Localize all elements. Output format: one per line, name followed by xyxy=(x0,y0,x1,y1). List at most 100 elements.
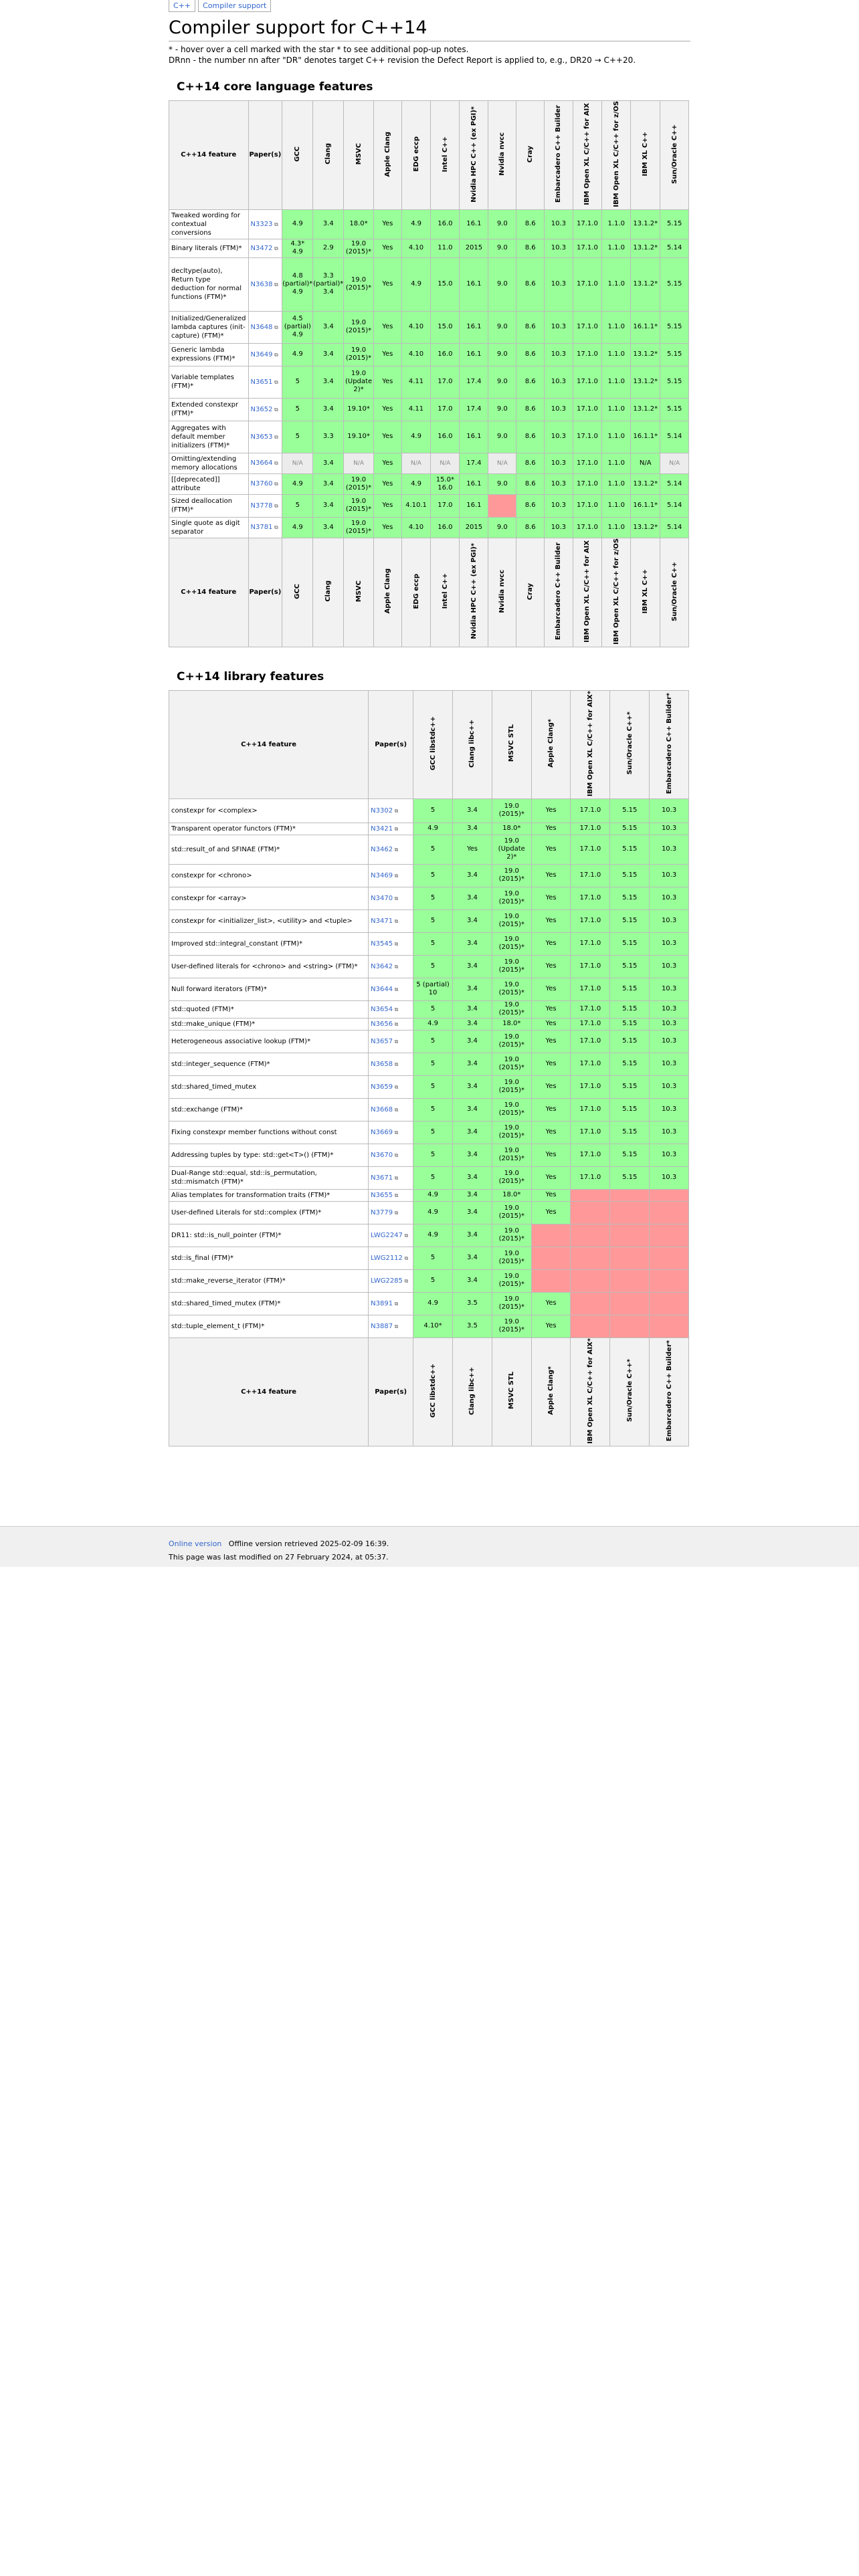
lib-paper-id[interactable]: N3779 xyxy=(371,1209,393,1216)
lib-support-cell: 5 xyxy=(413,1166,453,1190)
core-column-label: Apple Clang xyxy=(383,568,391,614)
core-paper-link[interactable]: N3472 ⧉ xyxy=(248,238,283,258)
core-paper-link[interactable]: N3781 ⧉ xyxy=(248,516,283,538)
lib-paper-link[interactable]: N3657 ⧉ xyxy=(368,1029,414,1053)
lib-paper-link[interactable]: N3656 ⧉ xyxy=(368,1017,414,1031)
lib-paper-link[interactable]: N3670 ⧉ xyxy=(368,1143,414,1167)
lib-paper-id[interactable]: N3670 xyxy=(371,1152,393,1159)
lib-paper-id[interactable]: N3659 xyxy=(371,1083,393,1091)
core-paper-link[interactable]: N3638 ⧉ xyxy=(248,257,283,312)
core-support-cell: 8.6 xyxy=(516,365,545,399)
core-paper-id[interactable]: N3651 xyxy=(251,379,273,386)
core-support-cell: 17.0 xyxy=(430,494,460,518)
lib-paper-id[interactable]: N3669 xyxy=(371,1129,393,1136)
core-support-cell: 9.0 xyxy=(488,420,517,453)
lib-paper-id[interactable]: N3657 xyxy=(371,1038,393,1045)
lib-paper-id[interactable]: N3642 xyxy=(371,963,393,970)
lib-paper-id[interactable]: N3462 xyxy=(371,846,393,853)
core-paper-id[interactable]: N3472 xyxy=(251,245,273,252)
lib-paper-id[interactable]: N3471 xyxy=(371,918,393,925)
lib-feature-name: std::quoted (FTM)* xyxy=(168,1000,369,1018)
core-feature-header: C++14 feature xyxy=(169,537,249,647)
lib-paper-link[interactable]: N3470 ⧉ xyxy=(368,886,414,910)
lib-paper-id[interactable]: N3302 xyxy=(371,807,393,815)
core-support-cell: 4.5 (partial) 4.9 xyxy=(282,310,314,344)
lib-paper-link[interactable]: N3671 ⧉ xyxy=(368,1166,414,1190)
lib-paper-id[interactable]: N3655 xyxy=(371,1192,393,1199)
lib-paper-link[interactable]: N3642 ⧉ xyxy=(368,954,414,978)
lib-support-cell: Yes xyxy=(531,1052,571,1076)
core-paper-id[interactable]: N3781 xyxy=(251,524,273,531)
lib-paper-id[interactable]: N3470 xyxy=(371,895,393,902)
lib-support-cell: 5 xyxy=(413,886,453,910)
lib-paper-id[interactable]: N3421 xyxy=(371,825,393,833)
lib-paper-link[interactable]: LWG2285 ⧉ xyxy=(368,1269,414,1293)
core-support-cell: 4.9 xyxy=(282,342,314,366)
core-paper-link[interactable]: N3652 ⧉ xyxy=(248,397,283,421)
lib-paper-id[interactable]: N3887 xyxy=(371,1323,393,1330)
core-paper-id[interactable]: N3648 xyxy=(251,324,273,331)
lib-paper-link[interactable]: N3655 ⧉ xyxy=(368,1188,414,1202)
lib-paper-id[interactable]: N3671 xyxy=(371,1174,393,1182)
lib-paper-id[interactable]: N3644 xyxy=(371,986,393,993)
lib-paper-link[interactable]: N3302 ⧉ xyxy=(368,798,414,823)
core-paper-id[interactable]: N3760 xyxy=(251,480,273,488)
core-table-row: Generic lambda expressions (FTM)* N3649 ⧉… xyxy=(169,342,689,366)
core-paper-id[interactable]: N3323 xyxy=(251,221,273,228)
breadcrumb-compiler-support[interactable]: Compiler support xyxy=(198,0,272,12)
lib-paper-id[interactable]: LWG2247 xyxy=(371,1232,403,1239)
core-table-row: Single quote as digit separator N3781 ⧉ 4.… xyxy=(169,516,689,538)
lib-paper-id[interactable]: LWG2112 xyxy=(371,1255,403,1262)
core-paper-link[interactable]: N3778 ⧉ xyxy=(248,494,283,518)
lib-support-cell: 5 xyxy=(413,909,453,933)
lib-paper-link[interactable]: LWG2112 ⧉ xyxy=(368,1246,414,1270)
lib-paper-link[interactable]: N3659 ⧉ xyxy=(368,1075,414,1099)
lib-paper-link[interactable]: N3644 ⧉ xyxy=(368,977,414,1001)
core-support-cell: 8.6 xyxy=(516,310,545,344)
lib-paper-id[interactable]: N3545 xyxy=(371,940,393,948)
lib-paper-link[interactable]: N3668 ⧉ xyxy=(368,1097,414,1121)
lib-feature-name: Heterogeneous associative lookup (FTM)* xyxy=(168,1029,369,1053)
external-link-icon: ⧉ xyxy=(393,1006,399,1012)
lib-paper-id[interactable]: N3469 xyxy=(371,872,393,879)
core-paper-id[interactable]: N3638 xyxy=(251,281,273,288)
core-paper-link[interactable]: N3323 ⧉ xyxy=(248,209,283,239)
core-paper-id[interactable]: N3652 xyxy=(251,406,273,413)
lib-paper-link[interactable]: N3779 ⧉ xyxy=(368,1200,414,1224)
core-paper-link[interactable]: N3649 ⧉ xyxy=(248,342,283,366)
core-paper-link[interactable]: N3760 ⧉ xyxy=(248,473,283,495)
lib-support-cell: Yes xyxy=(531,863,571,887)
core-support-cell: 9.0 xyxy=(488,516,517,538)
core-paper-id[interactable]: N3649 xyxy=(251,351,273,358)
lib-paper-id[interactable]: N3668 xyxy=(371,1106,393,1113)
lib-paper-link[interactable]: N3421 ⧉ xyxy=(368,822,414,835)
lib-paper-link[interactable]: N3658 ⧉ xyxy=(368,1052,414,1076)
core-paper-id[interactable]: N3653 xyxy=(251,433,273,441)
core-paper-link[interactable]: N3653 ⧉ xyxy=(248,420,283,453)
lib-paper-link[interactable]: N3669 ⧉ xyxy=(368,1120,414,1144)
lib-paper-link[interactable]: N3887 ⧉ xyxy=(368,1314,414,1338)
lib-paper-link[interactable]: N3469 ⧉ xyxy=(368,863,414,887)
lib-paper-id[interactable]: N3891 xyxy=(371,1300,393,1307)
lib-paper-link[interactable]: N3545 ⧉ xyxy=(368,932,414,956)
lib-paper-id[interactable]: LWG2285 xyxy=(371,1277,403,1285)
lib-paper-link[interactable]: N3462 ⧉ xyxy=(368,834,414,865)
lib-paper-id[interactable]: N3656 xyxy=(371,1021,393,1028)
lib-support-cell: 3.4 xyxy=(452,909,492,933)
lib-paper-header: Paper(s) xyxy=(368,689,414,799)
lib-paper-link[interactable]: N3471 ⧉ xyxy=(368,909,414,933)
core-paper-id[interactable]: N3664 xyxy=(251,459,273,467)
breadcrumb-cpp[interactable]: C++ xyxy=(169,0,196,12)
core-support-cell: 4.10 xyxy=(401,342,432,366)
lib-paper-link[interactable]: LWG2247 ⧉ xyxy=(368,1223,414,1247)
lib-paper-id[interactable]: N3658 xyxy=(371,1061,393,1068)
lib-support-cell: 17.1.0 xyxy=(570,932,611,956)
core-paper-link[interactable]: N3651 ⧉ xyxy=(248,365,283,399)
core-paper-link[interactable]: N3664 ⧉ xyxy=(248,452,283,474)
core-paper-link[interactable]: N3648 ⧉ xyxy=(248,310,283,344)
lib-paper-id[interactable]: N3654 xyxy=(371,1006,393,1013)
online-version-link[interactable]: Online version xyxy=(169,1539,221,1548)
core-paper-id[interactable]: N3778 xyxy=(251,502,273,510)
lib-paper-link[interactable]: N3654 ⧉ xyxy=(368,1000,414,1018)
lib-paper-link[interactable]: N3891 ⧉ xyxy=(368,1291,414,1315)
